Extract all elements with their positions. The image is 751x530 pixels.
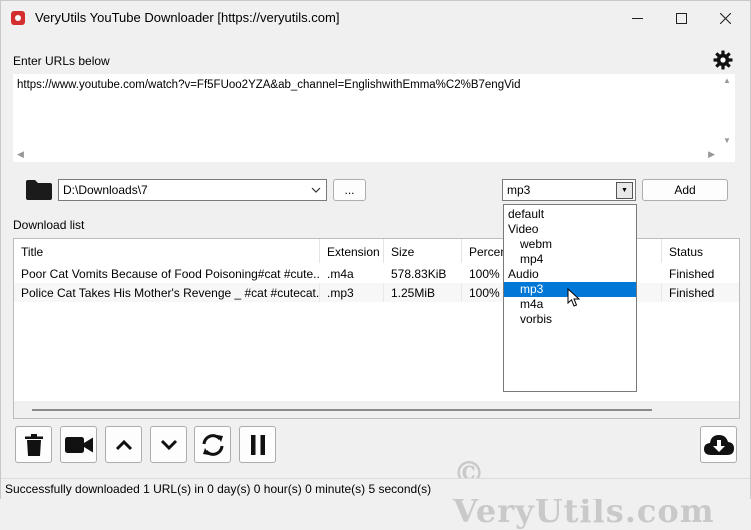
format-option-audio[interactable]: Audio [504, 267, 636, 282]
add-button[interactable]: Add [642, 179, 728, 201]
download-path-value: D:\Downloads\7 [63, 183, 148, 197]
close-icon [719, 12, 731, 24]
title-bar: VeryUtils YouTube Downloader [https://ve… [1, 1, 750, 35]
gear-icon[interactable] [713, 50, 733, 70]
app-icon [11, 11, 25, 25]
cell-title: Poor Cat Vomits Because of Food Poisonin… [21, 267, 320, 281]
cell-title: Police Cat Takes His Mother's Revenge _ … [14, 283, 320, 302]
format-option-webm[interactable]: webm [504, 237, 636, 252]
move-down-icon [160, 439, 177, 450]
url-input[interactable]: https://www.youtube.com/watch?v=Ff5FUoo2… [13, 74, 735, 162]
cell-status: Finished [669, 267, 715, 281]
cell-size: 1.25MiB [384, 283, 462, 302]
minimize-button[interactable] [615, 3, 659, 33]
scrollbar-thumb[interactable] [32, 409, 652, 411]
browse-button[interactable]: ... [333, 179, 366, 201]
minimize-icon [631, 17, 643, 19]
maximize-button[interactable] [659, 3, 703, 33]
cell-size: 578.83KiB [391, 267, 447, 281]
window-title: VeryUtils YouTube Downloader [https://ve… [35, 10, 340, 25]
trash-icon [24, 433, 43, 456]
download-path-select[interactable]: D:\Downloads\7 [58, 179, 327, 201]
format-option-video[interactable]: Video [504, 222, 636, 237]
format-value: mp3 [507, 183, 531, 197]
status-text: Successfully downloaded 1 URL(s) in 0 da… [5, 482, 432, 496]
urls-label: Enter URLs below [13, 54, 110, 68]
refresh-icon [202, 433, 223, 456]
video-button[interactable] [60, 426, 97, 463]
close-button[interactable] [703, 3, 747, 33]
download-cloud-icon [703, 434, 734, 455]
format-select[interactable]: mp3 ▼ [502, 179, 636, 201]
app-window: VeryUtils YouTube Downloader [https://ve… [0, 0, 751, 530]
dropdown-arrow-icon[interactable]: ▼ [616, 182, 633, 199]
cell-extension: .mp3 [320, 283, 384, 302]
mouse-cursor-icon [567, 288, 581, 307]
table-horizontal-scrollbar[interactable] [14, 401, 739, 418]
scroll-up-icon[interactable]: ▲ [723, 76, 731, 85]
move-up-icon [115, 439, 132, 450]
scroll-right-icon[interactable]: ▶ [708, 149, 715, 160]
cell-extension: .m4a [327, 267, 354, 281]
chevron-down-icon [311, 187, 321, 193]
scroll-down-icon[interactable]: ▼ [723, 136, 731, 145]
scroll-left-icon[interactable]: ◀ [17, 149, 24, 160]
delete-button[interactable] [15, 426, 52, 463]
url-horizontal-scrollbar[interactable]: ◀ ▶ [13, 147, 735, 162]
format-option-mp4[interactable]: mp4 [504, 252, 636, 267]
cell-status: Finished [669, 286, 715, 300]
column-header-extension[interactable]: Extension [320, 239, 384, 263]
column-header-title[interactable]: Title [14, 239, 320, 263]
move-down-button[interactable] [150, 426, 187, 463]
folder-icon[interactable] [25, 179, 53, 201]
url-vertical-scrollbar[interactable]: ▲ ▼ [720, 74, 735, 147]
format-option-default[interactable]: default [504, 207, 636, 222]
video-camera-icon [64, 436, 93, 453]
status-bar: Successfully downloaded 1 URL(s) in 0 da… [1, 478, 750, 499]
pause-button[interactable] [239, 426, 276, 463]
column-header-status[interactable]: Status [662, 239, 739, 263]
pause-icon [250, 434, 265, 455]
download-list-label: Download list [13, 218, 85, 232]
url-text: https://www.youtube.com/watch?v=Ff5FUoo2… [17, 79, 521, 91]
column-header-size[interactable]: Size [384, 239, 462, 263]
maximize-icon [675, 12, 687, 24]
move-up-button[interactable] [105, 426, 142, 463]
refresh-button[interactable] [194, 426, 231, 463]
format-option-vorbis[interactable]: vorbis [504, 312, 636, 327]
